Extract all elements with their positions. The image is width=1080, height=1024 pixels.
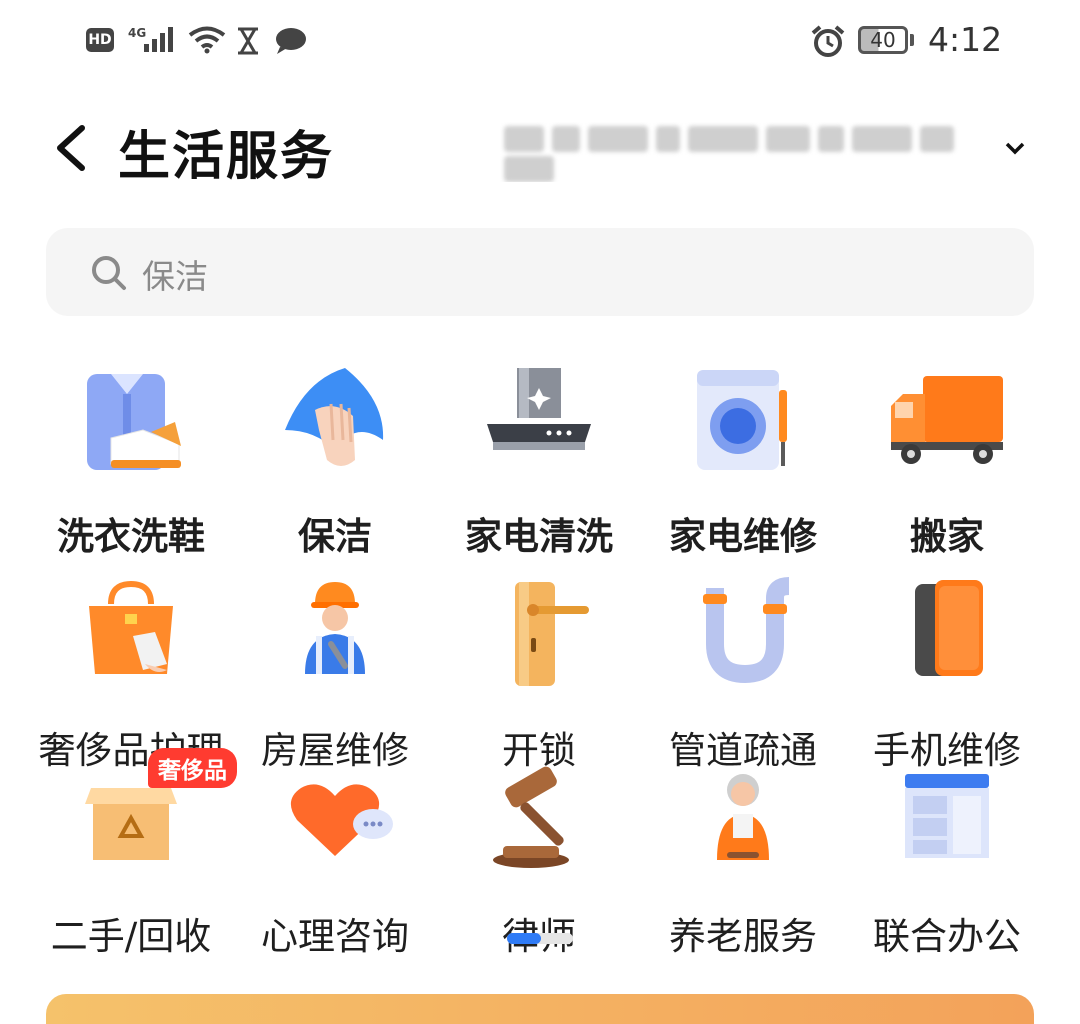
back-icon[interactable] (48, 122, 96, 174)
service-label: 保洁 (298, 515, 372, 558)
service-label: 养老服务 (669, 915, 817, 958)
desk-icon (905, 774, 989, 858)
handbag-icon (89, 580, 173, 674)
battery-tip (910, 34, 914, 46)
service-pipe[interactable]: 管道疏通 (640, 574, 846, 772)
wifi-icon (188, 26, 226, 54)
service-phone-repair[interactable]: 手机维修 (844, 574, 1050, 772)
signal-icon (144, 27, 173, 52)
service-laundry[interactable]: 洗衣洗鞋 (28, 360, 234, 558)
service-unlock[interactable]: 开锁 (436, 574, 642, 772)
service-label: 心理咨询 (261, 915, 409, 958)
clock: 4:12 (928, 20, 1003, 59)
service-label: 洗衣洗鞋 (57, 515, 205, 558)
battery-indicator: 40 (858, 26, 908, 54)
gavel-icon (493, 766, 569, 868)
service-house-repair[interactable]: 房屋维修 (232, 574, 438, 772)
pipe-icon (703, 577, 790, 684)
location-selector[interactable] (500, 122, 1000, 182)
service-appliance-cleaning[interactable]: 家电清洗 (436, 360, 642, 558)
door-lock-icon (515, 582, 589, 686)
elder-icon (717, 774, 769, 860)
hourglass-icon (238, 27, 258, 55)
service-label: 联合办公 (873, 915, 1021, 958)
promo-banner[interactable] (46, 994, 1034, 1024)
service-counseling[interactable]: 心理咨询 (232, 760, 438, 958)
service-luxury-care[interactable]: 奢侈品护理 (28, 574, 234, 772)
service-cleaning[interactable]: 保洁 (232, 360, 438, 558)
service-label: 二手/回收 (50, 915, 212, 958)
service-label: 家电维修 (669, 515, 817, 558)
search-icon (92, 256, 126, 290)
service-label: 搬家 (910, 515, 984, 558)
shirt-shoe-icon (87, 374, 181, 470)
luxury-badge: 奢侈品 (148, 748, 237, 788)
service-moving[interactable]: 搬家 (844, 360, 1050, 558)
alarm-icon (811, 25, 845, 57)
range-hood-icon (487, 368, 591, 450)
page-title: 生活服务 (118, 127, 335, 187)
chevron-down-icon[interactable] (1004, 140, 1026, 156)
page-indicator (507, 933, 573, 944)
service-appliance-repair[interactable]: 家电维修 (640, 360, 846, 558)
heart-chat-icon (290, 784, 393, 856)
chat-icon (276, 28, 306, 54)
status-bar: HD 4G 40 4:12 (0, 0, 1080, 84)
search-input[interactable]: 保洁 (142, 250, 208, 298)
truck-icon (891, 376, 1003, 464)
service-label: 家电清洗 (465, 515, 613, 558)
blurred-location (500, 122, 1000, 182)
page-indicator-active (507, 933, 541, 944)
cleaning-cloth-icon (285, 368, 384, 466)
search-bar[interactable]: 保洁 (46, 228, 1034, 316)
service-lawyer[interactable]: 律师 (436, 760, 642, 958)
service-elderly[interactable]: 养老服务 (640, 760, 846, 958)
washing-machine-icon (697, 370, 787, 470)
service-coworking[interactable]: 联合办公 (844, 760, 1050, 958)
service-secondhand[interactable]: 奢侈品 二手/回收 (28, 748, 237, 958)
worker-icon (305, 582, 365, 674)
phone-icon (915, 580, 983, 676)
hd-indicator: HD (86, 28, 114, 52)
